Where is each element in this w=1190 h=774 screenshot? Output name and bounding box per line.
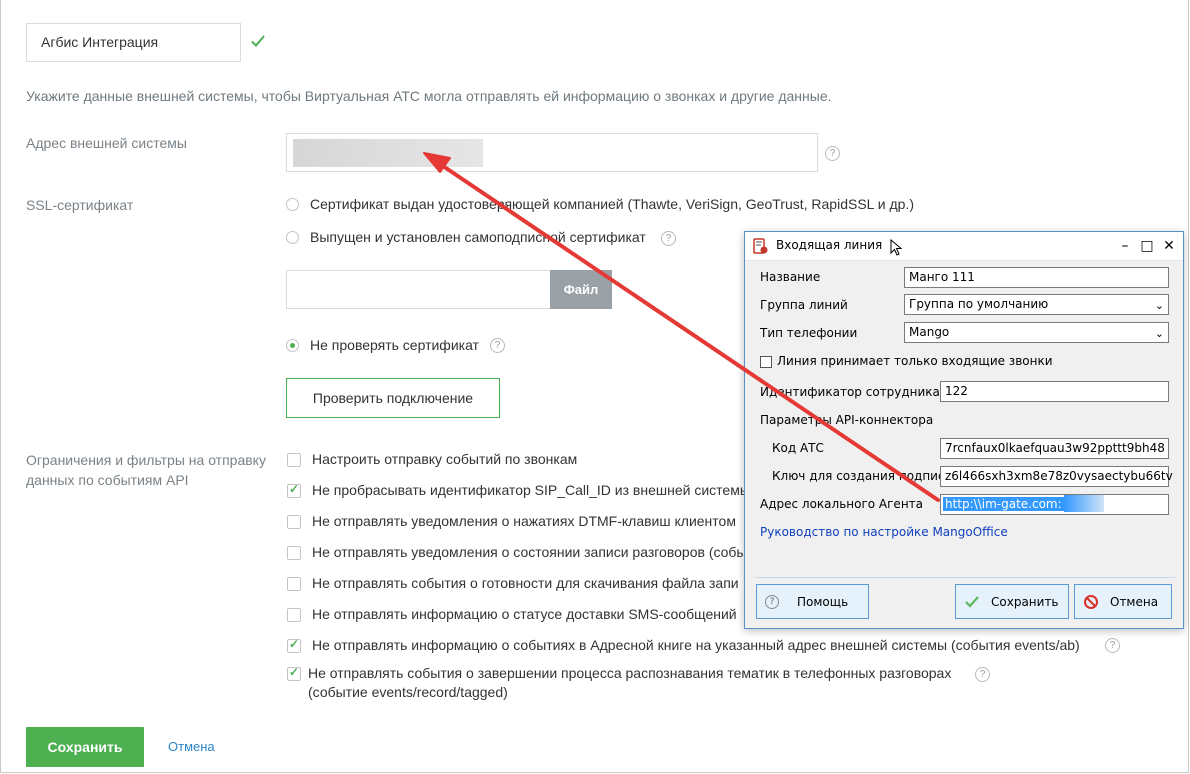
chevron-down-icon: ⌄ <box>1154 299 1164 312</box>
agent-address-label: Адрес локального Агента <box>760 497 924 511</box>
name-input[interactable]: Манго 111 <box>904 267 1169 288</box>
filter-label: Не отправлять события о готовности для с… <box>312 575 739 591</box>
dialog-separator <box>755 577 1175 578</box>
save-button[interactable]: Сохранить <box>26 727 144 767</box>
group-label: Группа линий <box>760 298 848 312</box>
dialog-save-button[interactable]: Сохранить <box>955 584 1069 619</box>
dialog-title: Входящая линия <box>776 238 883 252</box>
filter-checkbox[interactable] <box>287 665 301 681</box>
guide-link[interactable]: Руководство по настройке MangoOffice <box>760 525 1008 539</box>
cancel-icon <box>1084 595 1098 609</box>
filter-label: Не отправлять уведомления о нажатиях DTM… <box>312 513 736 529</box>
help-icon[interactable]: ? <box>661 231 676 246</box>
filter-label: Не отправлять уведомления о состоянии за… <box>312 544 747 560</box>
group-select-value: Группа по умолчанию <box>909 297 1049 311</box>
phone-app-icon <box>753 238 768 254</box>
help-button[interactable]: ? Помощь <box>756 584 869 619</box>
ats-code-input[interactable]: 7rcnfaux0lkaefquau3w92ppttt9bh48 <box>940 438 1169 459</box>
sign-key-label: Ключ для создания подписи <box>772 469 953 483</box>
filter-checkbox[interactable] <box>287 453 301 467</box>
incoming-only-checkbox[interactable] <box>760 356 772 368</box>
hint-text: Укажите данные внешней системы, чтобы Ви… <box>26 88 832 104</box>
filter-label: Не отправлять информацию о событиях в Ад… <box>312 637 1080 653</box>
filter-label: Настроить отправку событий по звонкам <box>312 451 578 467</box>
dialog-cancel-button[interactable]: Отмена <box>1074 584 1172 619</box>
help-icon[interactable]: ? <box>490 338 505 353</box>
ssl-option-noverify: Не проверять сертификат <box>310 337 479 353</box>
redacted-address <box>293 139 483 167</box>
filter-checkbox[interactable] <box>287 482 301 498</box>
employee-id-label: Идентификатор сотрудника <box>760 385 940 399</box>
agent-address-value: http:\\im-gate.com: <box>943 497 1064 511</box>
filter-checkbox[interactable] <box>287 608 301 622</box>
help-button-label: Помощь <box>797 595 849 609</box>
redacted-address <box>1063 495 1104 512</box>
employee-id-input[interactable]: 122 <box>940 381 1169 402</box>
help-icon[interactable]: ? <box>1105 638 1120 653</box>
filter-label: Не пробрасывать идентификатор SIP_Call_I… <box>312 482 750 498</box>
chevron-down-icon: ⌄ <box>1154 327 1164 340</box>
help-icon[interactable]: ? <box>975 667 990 682</box>
test-connection-button[interactable]: Проверить подключение <box>286 378 500 418</box>
ssl-option-trusted: Сертификат выдан удостоверяющей компание… <box>310 196 915 212</box>
sign-key-input[interactable]: z6l466sxh3xm8e78z0vysaectybu66tv <box>940 466 1173 487</box>
filter-checkbox[interactable] <box>287 577 301 591</box>
name-label: Название <box>760 270 821 284</box>
telephony-select-value: Mango <box>909 325 950 339</box>
ssl-label: SSL-сертификат <box>26 197 134 213</box>
mouse-cursor-icon <box>890 239 903 256</box>
dialog-save-label: Сохранить <box>991 595 1059 609</box>
cancel-link[interactable]: Отмена <box>168 739 215 754</box>
filter-label: Не отправлять события о завершении проце… <box>308 665 952 681</box>
filter-label: Не отправлять информацию о статусе доста… <box>312 606 737 622</box>
ssl-radio-selfsigned[interactable] <box>286 231 299 244</box>
address-label: Адрес внешней системы <box>26 135 187 151</box>
ssl-option-selfsigned: Выпущен и установлен самоподписной серти… <box>310 229 646 245</box>
dialog-titlebar[interactable]: Входящая линия – □ ✕ <box>745 232 1183 261</box>
dialog-cancel-label: Отмена <box>1110 595 1159 609</box>
api-params-label: Параметры API-коннектора <box>760 413 934 427</box>
minimize-icon[interactable]: – <box>1115 236 1135 256</box>
agent-address-input[interactable]: http:\\im-gate.com: <box>940 494 1169 515</box>
question-icon: ? <box>765 595 779 609</box>
group-select[interactable]: Группа по умолчанию ⌄ <box>904 294 1169 315</box>
help-icon[interactable]: ? <box>825 146 840 161</box>
checkmark-icon <box>251 35 265 47</box>
integration-name-field[interactable]: Агбис Интеграция <box>26 23 241 62</box>
telephony-label: Тип телефонии <box>760 326 858 340</box>
file-button[interactable]: Файл <box>550 270 612 309</box>
filter-checkbox[interactable] <box>287 637 301 653</box>
filter-checkbox[interactable] <box>287 546 301 560</box>
ats-code-label: Код АТС <box>772 441 824 455</box>
filter-checkbox[interactable] <box>287 515 301 529</box>
filter-label-line2: (событие events/record/tagged) <box>308 684 508 700</box>
close-icon[interactable]: ✕ <box>1159 236 1179 256</box>
checkmark-icon <box>965 596 979 608</box>
incoming-line-dialog: Входящая линия – □ ✕ Название Манго 111 … <box>744 231 1184 629</box>
filters-label: Ограничения и фильтры на отправку данных… <box>26 452 266 488</box>
ssl-radio-noverify[interactable] <box>286 339 299 352</box>
telephony-select[interactable]: Mango ⌄ <box>904 322 1169 343</box>
incoming-only-label: Линия принимает только входящие звонки <box>777 354 1053 368</box>
maximize-icon[interactable]: □ <box>1137 236 1157 256</box>
certificate-file-input[interactable] <box>286 270 551 309</box>
ssl-radio-trusted[interactable] <box>286 198 299 211</box>
